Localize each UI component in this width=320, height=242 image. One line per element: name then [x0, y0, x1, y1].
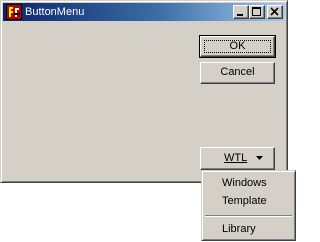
minimize-button[interactable]: [233, 5, 249, 19]
title-bar[interactable]: ButtonMenu: [3, 3, 285, 21]
maximize-icon: [252, 7, 261, 16]
menu-separator: [205, 215, 292, 217]
menu-item-template[interactable]: Template: [205, 193, 292, 210]
dropdown-arrow-icon: [256, 156, 263, 160]
wtl-menu-button[interactable]: WTL: [200, 147, 275, 170]
ok-button[interactable]: OK: [199, 35, 276, 58]
app-icon: [6, 4, 22, 20]
cancel-button-label: Cancel: [220, 66, 255, 78]
menu-item-library[interactable]: Library: [205, 221, 292, 238]
dropdown-menu: Windows Template Library: [201, 170, 296, 241]
cancel-button[interactable]: Cancel: [200, 62, 275, 84]
window-title: ButtonMenu: [25, 6, 85, 18]
close-icon: [270, 7, 279, 16]
close-button[interactable]: [267, 5, 283, 19]
maximize-button[interactable]: [249, 5, 265, 19]
minimize-icon: [237, 14, 243, 16]
menu-item-windows[interactable]: Windows: [205, 175, 292, 192]
dialog-window: ButtonMenu OK Cancel WTL: [0, 0, 288, 183]
wtl-menu-button-label: WTL: [224, 152, 248, 164]
ok-button-label: OK: [229, 40, 246, 52]
